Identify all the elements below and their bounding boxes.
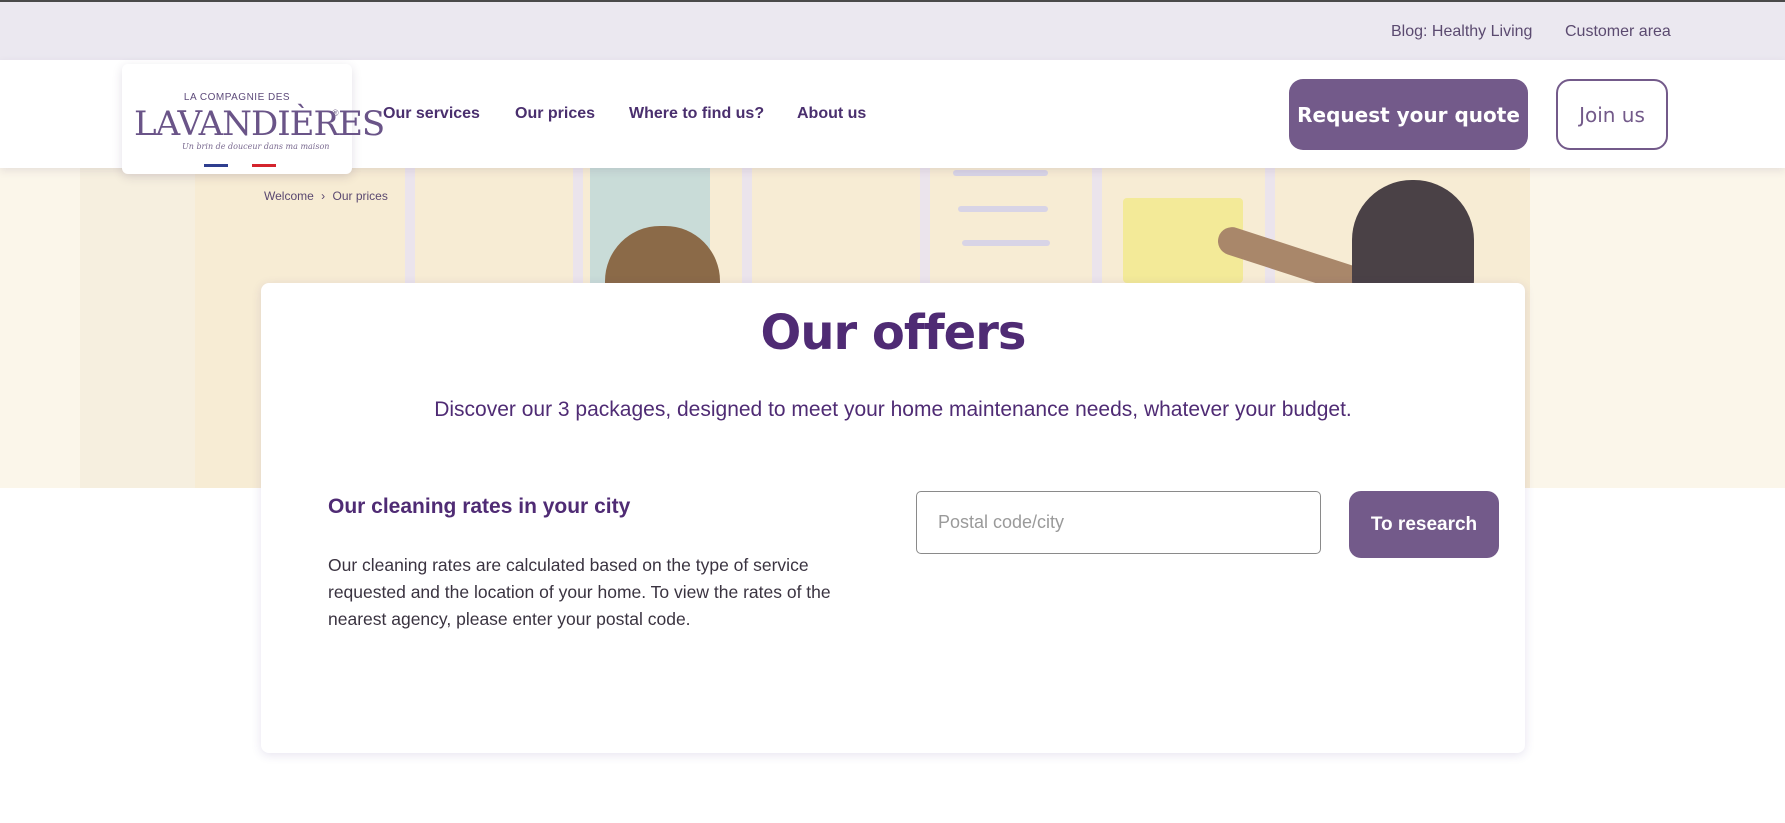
offers-card: Our offers Discover our 3 packages, desi… — [261, 283, 1525, 753]
breadcrumb-separator-icon: › — [321, 189, 326, 203]
hero-blind-stroke — [958, 206, 1048, 212]
rates-heading: Our cleaning rates in your city — [328, 495, 631, 518]
nav-our-prices[interactable]: Our prices — [515, 105, 595, 123]
page-title: Our offers — [760, 305, 1027, 361]
nav-our-services[interactable]: Our services — [383, 105, 480, 123]
nav-about-us[interactable]: About us — [797, 105, 866, 123]
hero-window-bar — [742, 168, 752, 283]
flag-red-stripe — [252, 164, 276, 167]
breadcrumb-current: Our prices — [332, 189, 388, 203]
logo-tagline: Un brin de douceur dans ma maison — [182, 142, 330, 151]
request-quote-button[interactable]: Request your quote — [1289, 79, 1528, 150]
hero-window-bar — [573, 168, 583, 283]
join-us-button[interactable]: Join us — [1556, 79, 1668, 150]
breadcrumb-home[interactable]: Welcome — [264, 189, 314, 203]
postal-code-input[interactable] — [916, 491, 1321, 554]
hero-blind-stroke — [962, 240, 1050, 246]
customer-area-link[interactable]: Customer area — [1565, 23, 1671, 41]
logo-main-text: LAVANDIÈRES — [134, 104, 385, 144]
hero-wash — [80, 168, 200, 488]
nav-where-to-find-us[interactable]: Where to find us? — [629, 105, 764, 123]
breadcrumb: Welcome › Our prices — [264, 189, 392, 203]
hero-blind-stroke — [953, 170, 1048, 176]
blog-link[interactable]: Blog: Healthy Living — [1391, 23, 1532, 41]
hero-window-bar — [1092, 168, 1102, 283]
hero-window-bar — [920, 168, 930, 283]
page-subtitle: Discover our 3 packages, designed to mee… — [434, 398, 1352, 421]
logo[interactable]: LA COMPAGNIE DES LAVANDIÈRES ® Un brin d… — [122, 64, 385, 174]
flag-blue-stripe — [204, 164, 228, 167]
logo-registered-mark: ® — [332, 108, 339, 118]
logo-small-text: LA COMPAGNIE DES — [183, 92, 291, 103]
hero-window-bar — [405, 168, 415, 283]
search-button[interactable]: To research — [1349, 491, 1499, 558]
top-utility-bar: Blog: Healthy Living Customer area — [0, 0, 1785, 60]
rates-description: Our cleaning rates are calculated based … — [328, 555, 831, 629]
